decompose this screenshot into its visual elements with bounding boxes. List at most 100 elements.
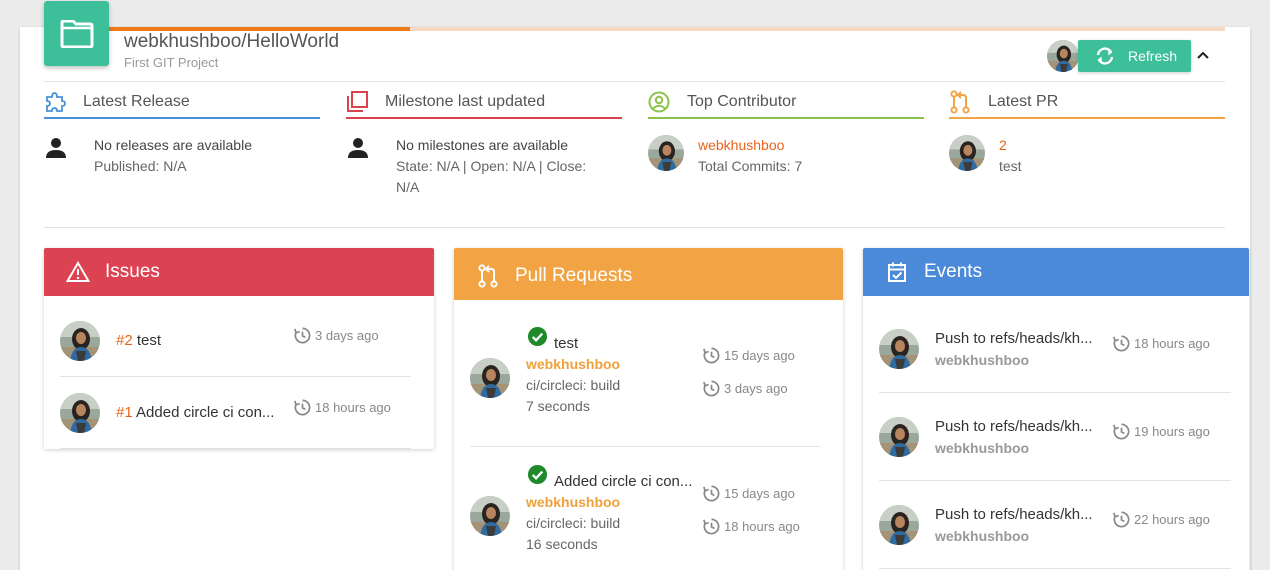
pr-item[interactable]: test webkhushboo ci/circleci: build 7 se…	[470, 326, 830, 436]
stats-divider	[44, 227, 1225, 228]
pr-author[interactable]: webkhushboo	[526, 494, 620, 510]
folder-icon	[44, 1, 109, 66]
calendar-check-icon	[885, 260, 909, 284]
event-time: 19 hours ago	[1112, 422, 1210, 441]
person-icon	[44, 135, 68, 161]
stat-title: Latest Release	[83, 92, 190, 110]
issue-time: 18 hours ago	[293, 398, 391, 417]
latest-pr-title: test	[999, 158, 1022, 174]
issue-title: test	[136, 332, 162, 349]
event-author[interactable]: webkhushboo	[935, 352, 1029, 368]
event-title: Push to refs/heads/kh...	[935, 330, 1093, 347]
history-icon	[702, 517, 721, 536]
contributor-avatar[interactable]	[648, 135, 684, 171]
latest-pr-number[interactable]: 2	[999, 135, 1022, 156]
issues-title: Issues	[105, 261, 160, 282]
stat-underline	[949, 117, 1225, 119]
issue-item[interactable]: #2 test 3 days ago	[60, 321, 420, 361]
event-title: Push to refs/heads/kh...	[935, 418, 1093, 435]
stat-latest-release: Latest Release No releases are available…	[44, 86, 320, 177]
history-icon	[293, 398, 312, 417]
history-icon	[1112, 334, 1131, 353]
stat-milestone: Milestone last updated No milestones are…	[346, 86, 622, 198]
issue-item[interactable]: #1 Added circle ci con... 18 hours ago	[60, 393, 420, 433]
issues-panel: Issues #2 test 3 days ago #1 Added circl…	[44, 248, 434, 449]
event-author[interactable]: webkhushboo	[935, 528, 1029, 544]
pull-requests-title: Pull Requests	[515, 265, 633, 286]
milestone-state: State: N/A | Open: N/A | Close:	[396, 158, 587, 174]
check-circle-icon	[527, 464, 548, 485]
events-panel: Events Push to refs/heads/kh... webkhush…	[863, 248, 1249, 570]
issue-number: #1	[116, 404, 133, 421]
person-icon	[346, 135, 370, 161]
event-time: 18 hours ago	[1112, 334, 1210, 353]
event-item[interactable]: Push to refs/heads/kh... webkhushboo 18 …	[879, 329, 1239, 369]
event-divider	[879, 568, 1231, 569]
milestone-icon	[346, 90, 368, 113]
event-time: 22 hours ago	[1112, 510, 1210, 529]
pull-request-icon	[949, 89, 971, 114]
refresh-label: Refresh	[1128, 48, 1178, 64]
stat-underline	[346, 117, 622, 119]
pr-duration: 7 seconds	[526, 398, 590, 414]
warning-icon	[66, 260, 90, 284]
event-author-avatar	[879, 417, 919, 457]
pr-author[interactable]: webkhushboo	[526, 356, 620, 372]
check-circle-icon	[527, 326, 548, 347]
pr-created-time: 15 days ago	[702, 346, 795, 365]
stat-latest-pr: Latest PR 2 test	[949, 86, 1225, 177]
event-item[interactable]: Push to refs/heads/kh... webkhushboo 22 …	[879, 505, 1239, 545]
milestone-status: No milestones are available	[396, 137, 568, 153]
event-title: Push to refs/heads/kh...	[935, 506, 1093, 523]
pr-title: Added circle ci con...	[554, 473, 693, 490]
event-item[interactable]: Push to refs/heads/kh... webkhushboo 19 …	[879, 417, 1239, 457]
pr-author-avatar	[470, 496, 510, 536]
stat-underline	[44, 117, 320, 119]
contributor-name[interactable]: webkhushboo	[698, 135, 802, 156]
stat-title: Milestone last updated	[385, 92, 546, 110]
issue-title-line: #2 test	[116, 332, 286, 349]
issue-title-line: #1 Added circle ci con...	[116, 404, 286, 421]
event-divider	[879, 392, 1231, 393]
history-icon	[293, 326, 312, 345]
pull-request-icon	[476, 264, 500, 288]
history-icon	[702, 484, 721, 503]
pr-check: ci/circleci: build	[526, 515, 621, 531]
milestone-state-cont: N/A	[396, 179, 420, 195]
repo-name[interactable]: webkhushboo/HelloWorld	[124, 31, 339, 53]
event-divider	[879, 480, 1231, 481]
pr-item[interactable]: Added circle ci con... webkhushboo ci/ci…	[470, 464, 830, 570]
events-title: Events	[924, 261, 983, 282]
pr-created-time: 15 days ago	[702, 484, 795, 503]
pr-updated-time: 18 hours ago	[702, 517, 800, 536]
issue-title: Added circle ci con...	[136, 404, 275, 421]
release-status: No releases are available	[94, 137, 252, 153]
event-author-avatar	[879, 329, 919, 369]
pr-duration: 16 seconds	[526, 536, 598, 552]
pull-requests-panel: Pull Requests test webkhushboo ci/circle…	[454, 248, 843, 570]
issue-divider	[60, 376, 411, 377]
event-author-avatar	[879, 505, 919, 545]
release-published: Published: N/A	[94, 158, 187, 174]
puzzle-icon	[44, 91, 66, 113]
contributor-commits: Total Commits: 7	[698, 158, 803, 174]
pr-updated-time: 3 days ago	[702, 379, 788, 398]
stat-top-contributor: Top Contributor webkhushboo Total Commit…	[648, 86, 924, 177]
stat-title: Latest PR	[988, 92, 1059, 110]
events-header: Events	[863, 248, 1249, 296]
history-icon	[1112, 422, 1131, 441]
refresh-button[interactable]: Refresh	[1078, 40, 1191, 72]
event-author[interactable]: webkhushboo	[935, 440, 1029, 456]
owner-avatar[interactable]	[1047, 40, 1079, 77]
issue-author-avatar	[60, 321, 100, 361]
chevron-up-icon[interactable]	[1196, 48, 1210, 62]
refresh-icon	[1096, 47, 1114, 65]
pull-requests-header: Pull Requests	[454, 248, 843, 300]
issue-time: 3 days ago	[293, 326, 379, 345]
person-circle-icon	[648, 91, 670, 113]
history-icon	[702, 379, 721, 398]
issue-author-avatar	[60, 393, 100, 433]
stat-title: Top Contributor	[687, 92, 797, 110]
pr-author-avatar[interactable]	[949, 135, 985, 171]
pr-author-avatar	[470, 358, 510, 398]
